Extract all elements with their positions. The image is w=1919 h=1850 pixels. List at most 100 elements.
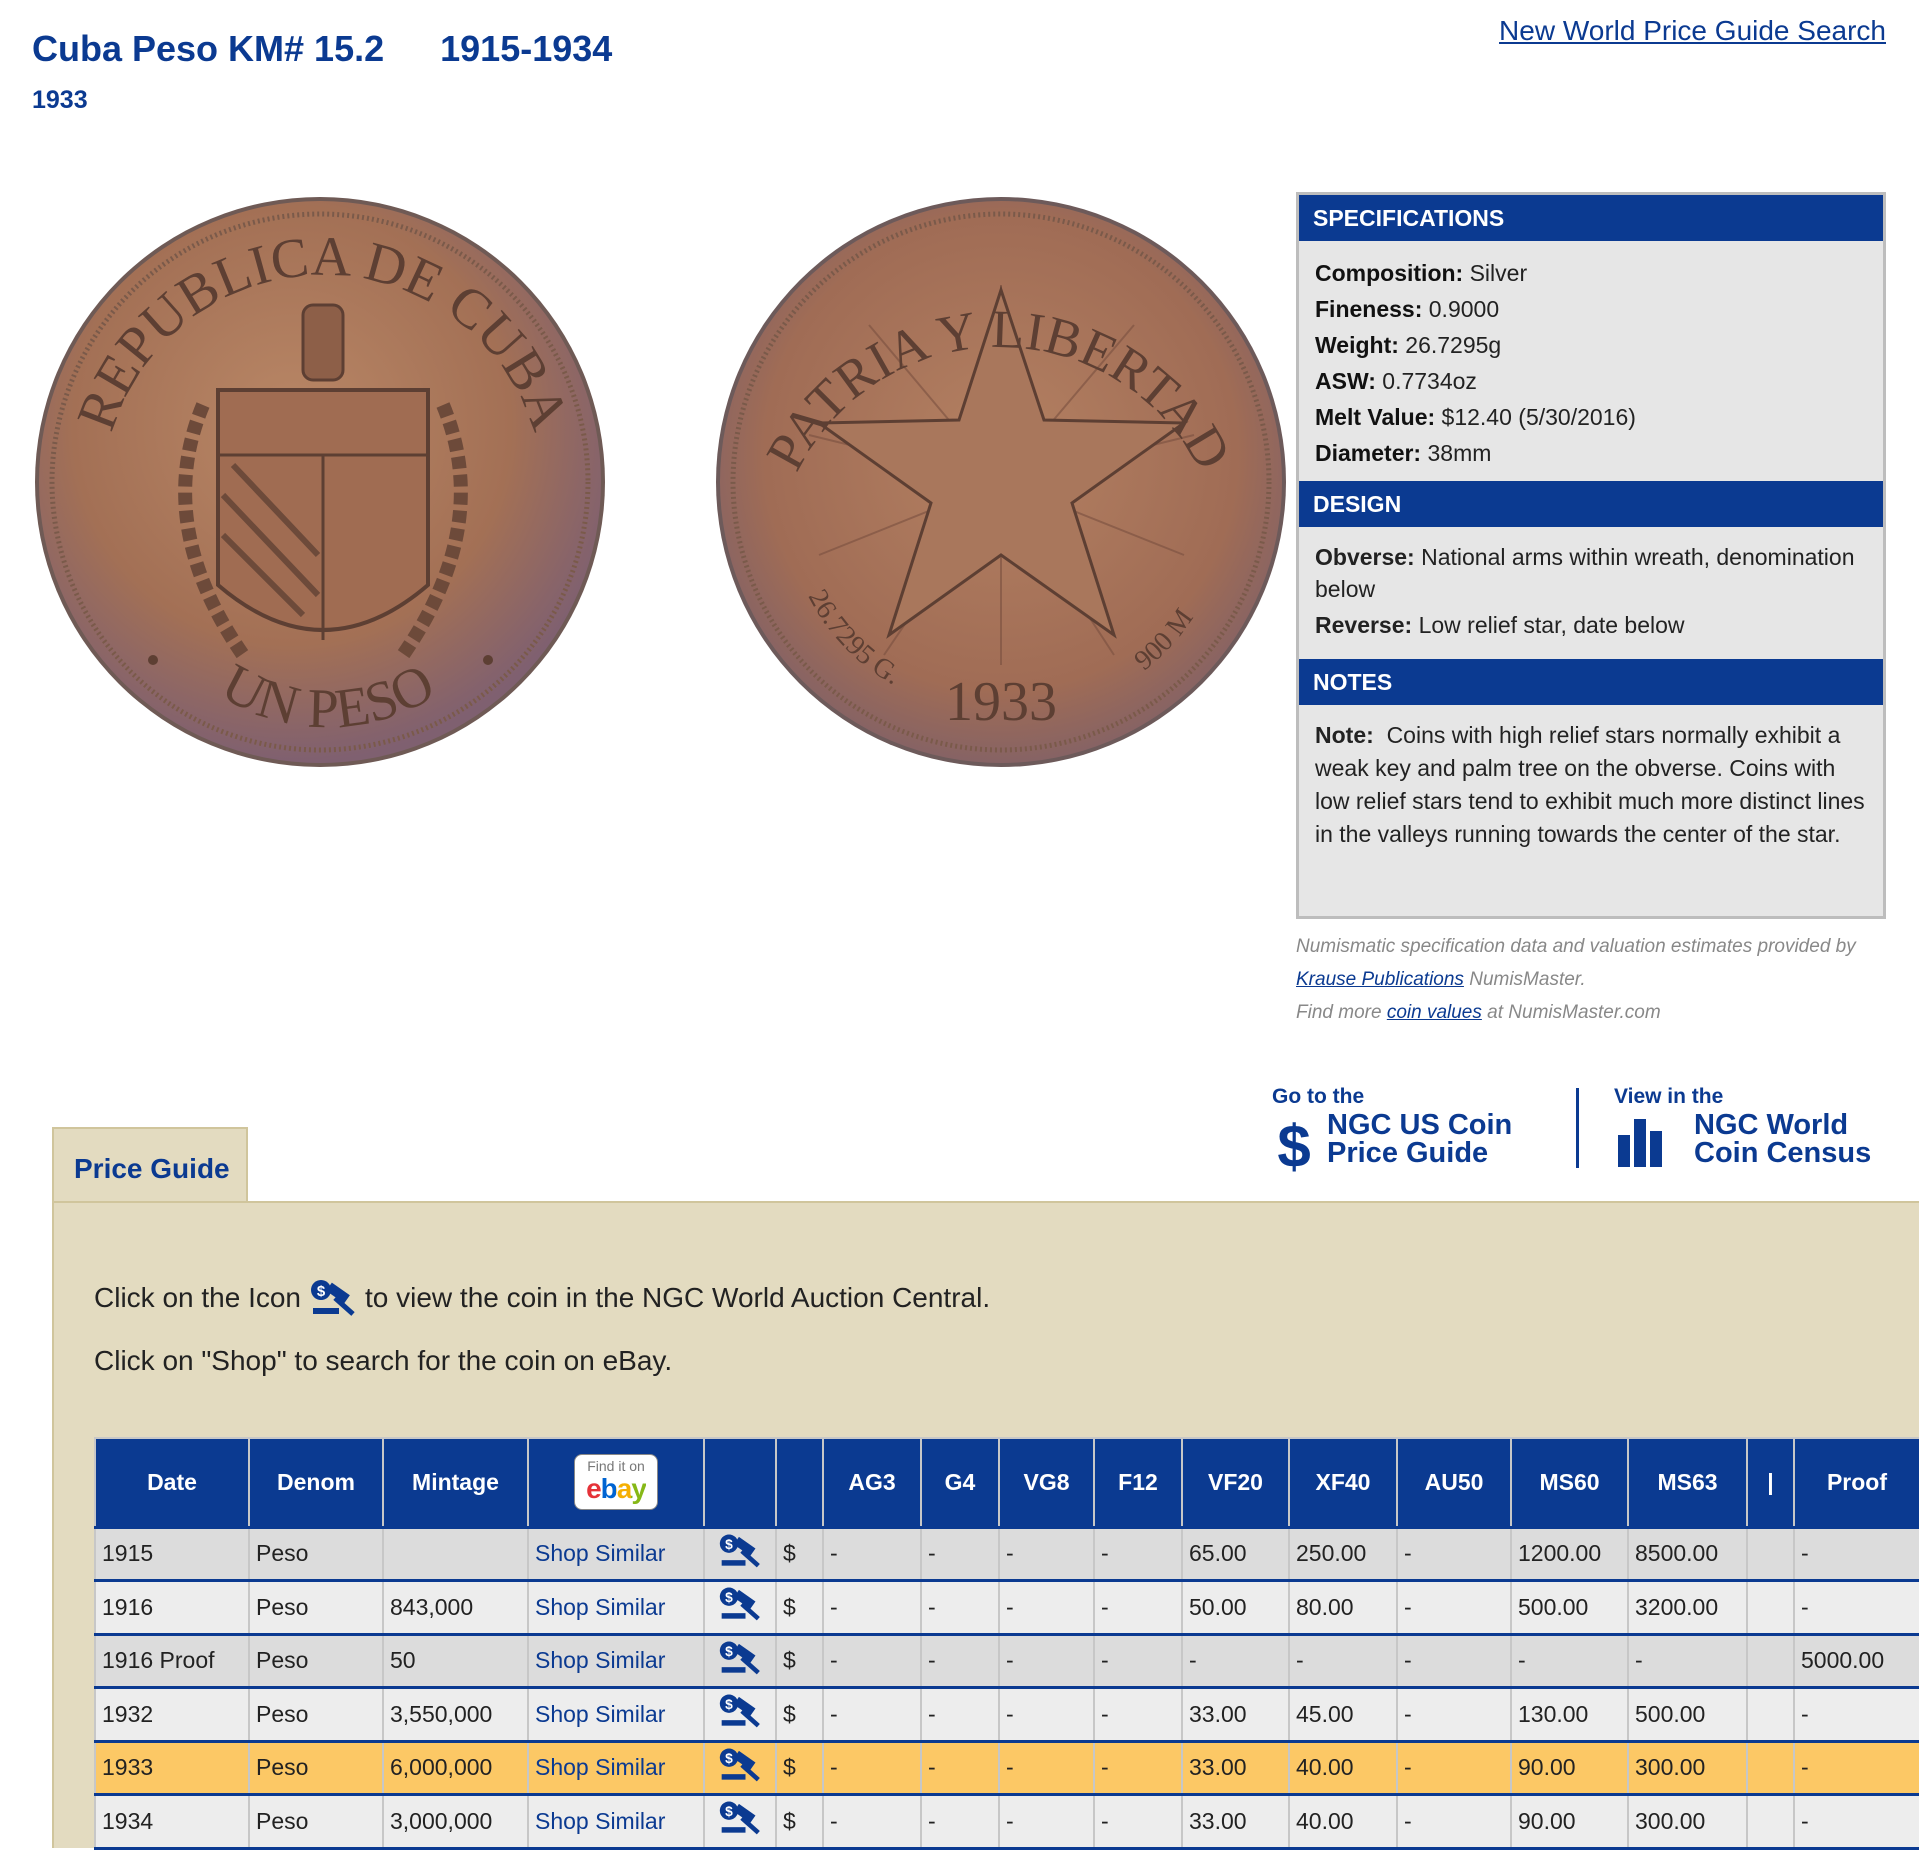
svg-text:$: $: [725, 1697, 733, 1712]
cell-vf20: 33.00: [1181, 1740, 1290, 1796]
cell-f12: -: [1093, 1686, 1183, 1742]
cell-ag3: -: [822, 1526, 922, 1582]
cell-vg8: -: [998, 1740, 1095, 1796]
cell-date: 1934: [94, 1793, 250, 1849]
cell-mintage: 50: [382, 1633, 529, 1689]
col-ag3: AG3: [822, 1437, 922, 1528]
cell-vf20: 50.00: [1181, 1579, 1290, 1635]
shop-similar-link[interactable]: Shop Similar: [527, 1526, 705, 1582]
cell-au50: -: [1396, 1740, 1512, 1796]
coin-values-link[interactable]: coin values: [1387, 1002, 1482, 1023]
cell-sep: [1746, 1579, 1795, 1635]
tab-price-guide[interactable]: Price Guide: [52, 1127, 248, 1203]
cell-g4: -: [920, 1740, 1000, 1796]
col-f12: F12: [1093, 1437, 1183, 1528]
cell-ms63: 8500.00: [1627, 1526, 1748, 1582]
specifications-list: Composition: Silver Fineness: 0.9000 Wei…: [1299, 241, 1883, 481]
cell-ms60: 1200.00: [1510, 1526, 1629, 1582]
cell-cur: $: [775, 1633, 824, 1689]
cell-vg8: -: [998, 1793, 1095, 1849]
svg-text:$: $: [725, 1644, 733, 1659]
auction-instruction: Click on the Icon $ to view the coin in …: [94, 1278, 990, 1318]
table-row: 1934 Peso 3,000,000 Shop Similar $ $ - - - -33.00…: [94, 1793, 1919, 1849]
ngc-world-coin-census-link[interactable]: View in the NGC World Coin Census: [1614, 1085, 1904, 1175]
col-vf20: VF20: [1181, 1437, 1290, 1528]
dollar-icon: $: [1272, 1113, 1316, 1180]
col-denom: Denom: [248, 1437, 384, 1528]
cell-sep: [1746, 1793, 1795, 1849]
shop-similar-link[interactable]: Shop Similar: [527, 1633, 705, 1689]
ngc-us-price-guide-link[interactable]: Go to the $ NGC US Coin Price Guide: [1272, 1085, 1532, 1180]
cell-ag3: -: [822, 1633, 922, 1689]
data-provider-note: Numismatic specification data and valuat…: [1296, 936, 1856, 1023]
col-ms63: MS63: [1627, 1437, 1748, 1528]
gavel-icon[interactable]: $: [703, 1793, 777, 1849]
col-g4: G4: [920, 1437, 1000, 1528]
cell-cur: $: [775, 1793, 824, 1849]
cell-vg8: -: [998, 1633, 1095, 1689]
cell-date: 1915: [94, 1526, 250, 1582]
cell-xf40: 80.00: [1288, 1579, 1398, 1635]
gavel-icon[interactable]: $: [703, 1526, 777, 1582]
gavel-icon[interactable]: $: [703, 1740, 777, 1796]
gavel-icon[interactable]: $: [703, 1633, 777, 1689]
cell-denom: Peso: [248, 1686, 384, 1742]
table-header-row: Date Denom Mintage Find it on ebay AG3 G…: [94, 1437, 1919, 1528]
cell-sep: [1746, 1686, 1795, 1742]
price-guide-table: Date Denom Mintage Find it on ebay AG3 G…: [94, 1437, 1919, 1850]
col-ms60: MS60: [1510, 1437, 1629, 1528]
notes-text: Note: Coins with high relief stars norma…: [1315, 722, 1865, 847]
gavel-icon[interactable]: $: [703, 1686, 777, 1742]
col-proof: Proof: [1793, 1437, 1919, 1528]
cell-g4: -: [920, 1526, 1000, 1582]
col-ebay: Find it on ebay: [527, 1437, 705, 1528]
cell-ms63: 300.00: [1627, 1793, 1748, 1849]
krause-publications-link[interactable]: Krause Publications: [1296, 969, 1464, 990]
cell-ms63: 500.00: [1627, 1686, 1748, 1742]
shop-similar-link[interactable]: Shop Similar: [527, 1740, 705, 1796]
cell-g4: -: [920, 1686, 1000, 1742]
cell-vf20: 33.00: [1181, 1793, 1290, 1849]
col-date: Date: [94, 1437, 250, 1528]
coin-obverse-image: REPUBLICA DE CUBA UN PESO: [33, 195, 608, 770]
cell-date: 1916 Proof: [94, 1633, 250, 1689]
svg-text:$: $: [725, 1590, 733, 1605]
col-currency: [775, 1437, 824, 1528]
cell-denom: Peso: [248, 1579, 384, 1635]
shop-similar-link[interactable]: Shop Similar: [527, 1686, 705, 1742]
cell-f12: -: [1093, 1740, 1183, 1796]
cell-au50: -: [1396, 1579, 1512, 1635]
cell-denom: Peso: [248, 1633, 384, 1689]
reverse-date: 1933: [945, 671, 1057, 733]
cell-xf40: -: [1288, 1633, 1398, 1689]
svg-text:$: $: [725, 1751, 733, 1766]
cell-date: 1932: [94, 1686, 250, 1742]
coin-years: 1915-1934: [440, 28, 613, 69]
shop-similar-link[interactable]: Shop Similar: [527, 1579, 705, 1635]
coin-name: Cuba Peso KM# 15.2: [32, 28, 385, 69]
cell-sep: [1746, 1633, 1795, 1689]
gavel-icon[interactable]: $: [309, 1278, 357, 1318]
col-mintage: Mintage: [382, 1437, 529, 1528]
cell-g4: -: [920, 1633, 1000, 1689]
col-separator: |: [1746, 1437, 1795, 1528]
cell-g4: -: [920, 1793, 1000, 1849]
design-heading: DESIGN: [1299, 481, 1883, 527]
ebay-logo: Find it on ebay: [574, 1454, 658, 1511]
gavel-icon[interactable]: $: [703, 1579, 777, 1635]
cell-vg8: -: [998, 1526, 1095, 1582]
price-guide-search-link[interactable]: New World Price Guide Search: [1499, 15, 1886, 47]
cell-au50: -: [1396, 1633, 1512, 1689]
spec-asw: ASW: 0.7734oz: [1315, 368, 1477, 394]
cell-proof: -: [1793, 1526, 1919, 1582]
cell-cur: $: [775, 1526, 824, 1582]
cell-vg8: -: [998, 1686, 1095, 1742]
col-xf40: XF40: [1288, 1437, 1398, 1528]
cell-f12: -: [1093, 1526, 1183, 1582]
cell-cur: $: [775, 1740, 824, 1796]
shop-similar-link[interactable]: Shop Similar: [527, 1793, 705, 1849]
cell-ag3: -: [822, 1740, 922, 1796]
cell-ms60: 130.00: [1510, 1686, 1629, 1742]
table-row: 1916 Peso 843,000 Shop Similar $ $ - - - -50.00 80…: [94, 1579, 1919, 1635]
cell-vf20: 33.00: [1181, 1686, 1290, 1742]
